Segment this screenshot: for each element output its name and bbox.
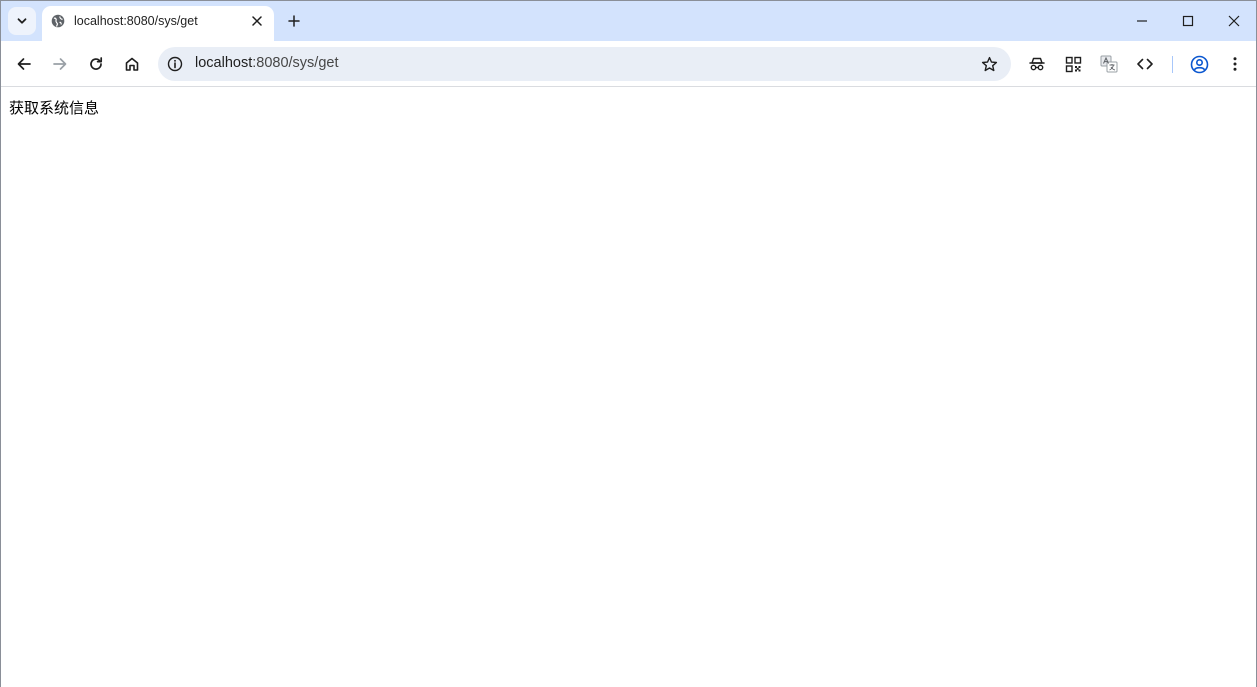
reload-icon xyxy=(90,57,103,70)
tab-title: localhost:8080/sys/get xyxy=(74,14,198,28)
home-button[interactable] xyxy=(119,51,145,77)
globe-icon xyxy=(51,14,65,28)
site-info-button[interactable] xyxy=(166,55,184,73)
page-body-text: 获取系统信息 xyxy=(9,99,100,117)
window-close-button[interactable] xyxy=(1222,9,1246,33)
qr-code-button[interactable] xyxy=(1060,51,1086,77)
plus-icon xyxy=(288,15,300,27)
profile-icon xyxy=(1190,55,1208,73)
star-icon xyxy=(981,56,997,71)
maximize-button[interactable] xyxy=(1176,9,1200,33)
qr-code-icon xyxy=(1065,56,1081,72)
minimize-icon xyxy=(1137,20,1147,22)
code-icon xyxy=(1137,58,1153,70)
tab-search-button[interactable] xyxy=(8,7,36,35)
url-text[interactable]: localhost:8080/sys/get xyxy=(195,55,338,71)
arrow-right-icon xyxy=(53,58,67,70)
minimize-button[interactable] xyxy=(1130,9,1154,33)
incognito-icon xyxy=(1029,57,1045,71)
address-bar[interactable]: localhost:8080/sys/get xyxy=(158,47,1011,81)
profile-button[interactable] xyxy=(1186,51,1212,77)
back-button[interactable] xyxy=(11,51,37,77)
forward-button[interactable] xyxy=(47,51,73,77)
arrow-left-icon xyxy=(17,58,31,70)
info-icon xyxy=(167,56,183,72)
more-vert-icon xyxy=(1233,57,1237,71)
translate-button[interactable] xyxy=(1096,51,1122,77)
chevron-down-icon xyxy=(17,18,27,24)
active-tab[interactable]: localhost:8080/sys/get xyxy=(42,6,274,41)
incognito-extension-button[interactable] xyxy=(1024,51,1050,77)
close-icon xyxy=(1228,15,1240,27)
reload-button[interactable] xyxy=(83,51,109,77)
tab-strip: localhost:8080/sys/get xyxy=(1,1,1256,41)
toolbar: localhost:8080/sys/get xyxy=(1,41,1256,87)
maximize-icon xyxy=(1182,15,1194,27)
url-host: localhost xyxy=(195,55,253,71)
browser-window: localhost:8080/sys/get localhost:8080/sy… xyxy=(0,0,1257,687)
home-icon xyxy=(125,57,139,71)
page-content: 获取系统信息 xyxy=(1,88,1256,687)
bookmark-button[interactable] xyxy=(979,54,999,74)
translate-icon xyxy=(1100,55,1118,73)
new-tab-button[interactable] xyxy=(283,10,305,32)
toolbar-divider xyxy=(1172,56,1173,73)
devtools-button[interactable] xyxy=(1132,51,1158,77)
menu-button[interactable] xyxy=(1222,51,1248,77)
close-icon xyxy=(252,16,262,26)
url-path: :8080/sys/get xyxy=(252,55,339,71)
tab-close-button[interactable] xyxy=(248,12,266,30)
